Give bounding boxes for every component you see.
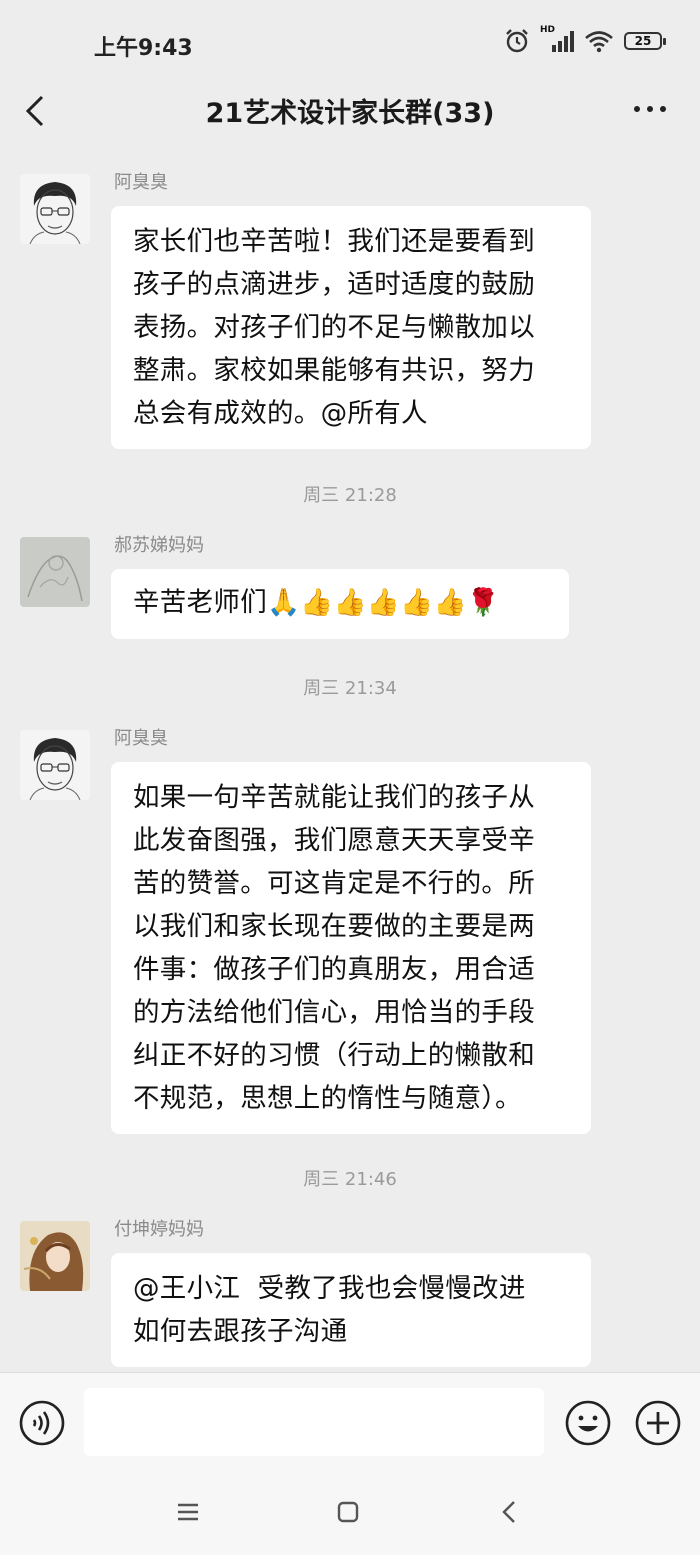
- message-line: 家长们也辛苦啦！我们还是要看到: [133, 226, 535, 257]
- message-timestamp: 周三 21:28: [303, 485, 397, 506]
- avatar[interactable]: [20, 174, 90, 244]
- more-button[interactable]: [632, 97, 668, 121]
- avatar[interactable]: [20, 730, 90, 800]
- input-bar: [0, 1372, 700, 1473]
- message-line: 如何去跟孩子沟通: [133, 1316, 348, 1347]
- system-back-button[interactable]: [494, 1496, 526, 1528]
- sender-name: 付坤婷妈妈: [114, 1219, 204, 1240]
- message-timestamp: 周三 21:34: [303, 678, 397, 699]
- message-line: 不规范，思想上的惰性与随意）。: [133, 1083, 522, 1114]
- status-time: 上午9:43: [94, 36, 193, 61]
- message-line: 苦的赞誉。可这肯定是不行的。所: [133, 868, 535, 899]
- message-text: 辛苦老师们: [133, 587, 267, 618]
- message-line: 整肃。家校如果能够有共识，努力: [133, 355, 535, 386]
- chat-area[interactable]: 阿臭臭 家长们也辛苦啦！我们还是要看到 孩子的点滴进步，适时适度的鼓励 表扬。对…: [0, 150, 700, 1372]
- thumbs-up-emoji: 👍: [366, 587, 401, 618]
- pray-emoji: 🙏: [267, 587, 301, 618]
- wifi-icon: [585, 31, 613, 53]
- message-line: 以我们和家长现在要做的主要是两: [133, 911, 535, 942]
- message-line: 表扬。对孩子们的不足与懒散加以: [133, 312, 535, 343]
- voice-button[interactable]: [18, 1399, 66, 1447]
- message-bubble[interactable]: 辛苦老师们🙏👍👍👍👍👍🌹: [111, 569, 569, 639]
- thumbs-up-emoji: 👍: [333, 587, 367, 618]
- message-line: 的方法给他们信心，用恰当的手段: [133, 997, 535, 1028]
- nav-bar: 21艺术设计家长群(33): [0, 85, 700, 140]
- alarm-icon: [506, 29, 528, 53]
- sender-name: 阿臭臭: [114, 728, 168, 749]
- menu-icon: [178, 1503, 198, 1521]
- sys-back-icon: [502, 1501, 515, 1523]
- message-timestamp: 周三 21:46: [303, 1169, 397, 1190]
- menu-button[interactable]: [172, 1496, 204, 1528]
- avatar[interactable]: [20, 1221, 90, 1291]
- message-input[interactable]: [84, 1388, 544, 1456]
- rose-emoji: 🌹: [466, 587, 501, 618]
- more-dots-icon: [634, 106, 666, 112]
- message-line: 此发奋图强，我们愿意天天享受辛: [133, 825, 535, 856]
- thumbs-up-emoji: 👍: [300, 587, 334, 618]
- home-square-icon: [337, 1501, 359, 1523]
- sender-name: 郝苏娣妈妈: [114, 535, 204, 556]
- message-line: 件事：做孩子们的真朋友，用合适: [133, 954, 535, 985]
- voice-icon: [19, 1400, 65, 1446]
- status-icons: HD 25: [504, 25, 666, 54]
- message-bubble[interactable]: 家长们也辛苦啦！我们还是要看到 孩子的点滴进步，适时适度的鼓励 表扬。对孩子们的…: [111, 206, 591, 449]
- battery-icon: 25: [624, 32, 666, 50]
- message-bubble[interactable]: @王小江 受教了我也会慢慢改进 如何去跟孩子沟通: [111, 1253, 591, 1367]
- message-line: 如果一句辛苦就能让我们的孩子从: [133, 782, 535, 813]
- status-bar: 上午9:43 HD 25: [0, 0, 700, 85]
- chat-title: 21艺术设计家长群(33): [205, 98, 495, 129]
- avatar[interactable]: [20, 537, 90, 607]
- message-bubble[interactable]: 如果一句辛苦就能让我们的孩子从 此发奋图强，我们愿意天天享受辛 苦的赞誉。可这肯…: [111, 762, 591, 1134]
- emoji-icon: [565, 1400, 611, 1446]
- message-line: 总会有成效的。@所有人: [133, 398, 428, 429]
- emoji-button[interactable]: [564, 1399, 612, 1447]
- home-button[interactable]: [332, 1496, 364, 1528]
- thumbs-up-emoji: 👍: [433, 587, 467, 618]
- plus-icon: [635, 1400, 681, 1446]
- signal-icon: HD: [540, 25, 574, 53]
- sender-name: 阿臭臭: [114, 172, 168, 193]
- message-line: 孩子的点滴进步，适时适度的鼓励: [133, 269, 535, 300]
- plus-button[interactable]: [634, 1399, 682, 1447]
- system-nav-bar: [0, 1472, 700, 1555]
- message-line: 纠正不好的习惯（行动上的懒散和: [133, 1040, 535, 1071]
- message-line: @王小江 受教了我也会慢慢改进: [133, 1273, 526, 1304]
- thumbs-up-emoji: 👍: [400, 587, 434, 618]
